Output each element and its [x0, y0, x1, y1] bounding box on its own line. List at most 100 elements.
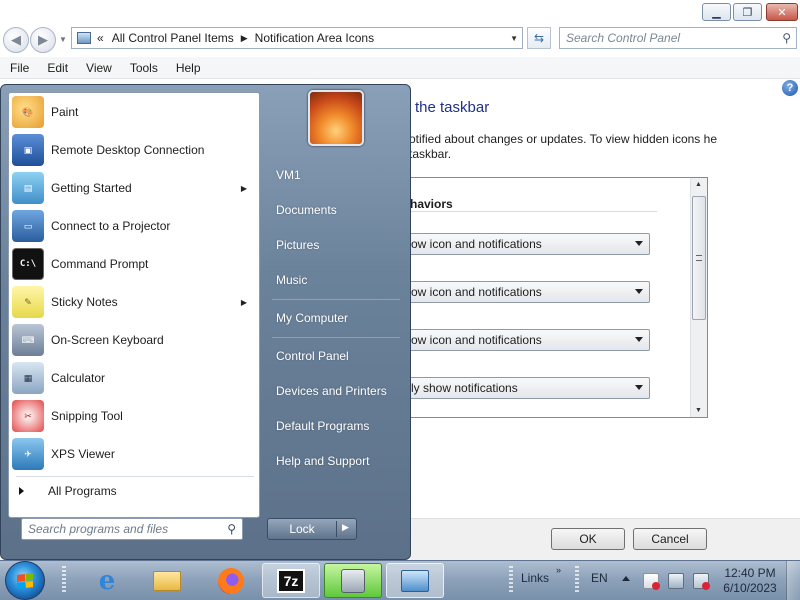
maximize-button[interactable]: ❐ [733, 3, 762, 21]
minimize-button[interactable]: ▁ [702, 3, 731, 21]
scroll-thumb[interactable] [692, 196, 706, 320]
start-link-user[interactable]: VM1 [270, 162, 406, 188]
help-icon[interactable]: ? [782, 80, 798, 96]
start-link-documents[interactable]: Documents [270, 197, 406, 223]
toolbar-grip[interactable] [62, 566, 66, 594]
refresh-icon: ⇆ [533, 31, 545, 45]
start-link-computer[interactable]: My Computer [270, 305, 406, 331]
refresh-button[interactable]: ⇆ [527, 27, 551, 49]
grip-icon [696, 255, 702, 261]
program-item-projector[interactable]: ▭ Connect to a Projector [9, 208, 259, 244]
program-item-calculator[interactable]: ▦ Calculator [9, 360, 259, 396]
program-item-snipping-tool[interactable]: ✂ Snipping Tool [9, 398, 259, 434]
menu-view[interactable]: View [86, 61, 112, 75]
start-link-default-programs[interactable]: Default Programs [270, 413, 406, 439]
behavior-select[interactable]: ow icon and notifications [398, 329, 650, 351]
search-icon[interactable]: ⚲ [782, 31, 791, 45]
address-overflow[interactable]: « [97, 31, 104, 45]
control-panel-icon [401, 569, 429, 592]
show-desktop-button[interactable] [786, 561, 800, 600]
all-programs-button[interactable]: All Programs [16, 480, 117, 502]
taskbar-windows-explorer[interactable] [148, 563, 186, 598]
chevron-down-icon [635, 385, 643, 390]
program-item-sticky-notes[interactable]: ✎ Sticky Notes ▶ [9, 284, 259, 320]
language-indicator[interactable]: EN [591, 571, 608, 585]
start-button[interactable] [5, 561, 45, 600]
behavior-value: ow icon and notifications [411, 333, 542, 347]
links-chevron-icon[interactable]: » [556, 565, 561, 575]
address-dropdown-icon[interactable]: ▼ [510, 34, 518, 43]
behavior-select[interactable]: ow icon and notifications [398, 281, 650, 303]
user-picture[interactable] [308, 90, 364, 146]
close-button[interactable]: ✕ [766, 3, 798, 21]
recent-pages-dropdown-icon[interactable]: ▼ [59, 35, 67, 44]
search-icon[interactable]: ⚲ [227, 522, 236, 536]
getting-started-icon: ▤ [12, 172, 44, 204]
behaviors-column-header[interactable]: haviors [410, 197, 453, 211]
search-input[interactable]: Search Control Panel [566, 31, 680, 45]
submenu-arrow-icon: ▶ [240, 297, 247, 307]
toolbar-grip[interactable] [509, 566, 513, 594]
menu-tools[interactable]: Tools [130, 61, 158, 75]
start-link-music[interactable]: Music [270, 267, 406, 293]
program-item-remote-desktop[interactable]: ▣ Remote Desktop Connection [9, 132, 259, 168]
show-hidden-icons-icon[interactable] [622, 576, 630, 581]
start-search-box[interactable]: Search programs and files ⚲ [21, 518, 243, 540]
start-search-input[interactable]: Search programs and files [28, 522, 168, 536]
breadcrumb-separator-icon[interactable]: ▶ [241, 33, 248, 44]
menu-edit[interactable]: Edit [47, 61, 68, 75]
program-label: Connect to a Projector [51, 219, 171, 233]
behavior-select[interactable]: ly show notifications [398, 377, 650, 399]
start-link-control-panel[interactable]: Control Panel [270, 343, 406, 369]
shutdown-options-icon[interactable]: ▶ [342, 522, 349, 533]
menu-help[interactable]: Help [176, 61, 201, 75]
chevron-down-icon [635, 289, 643, 294]
program-item-command-prompt[interactable]: C:\ Command Prompt [9, 246, 259, 282]
table-scrollbar[interactable]: ▲ ▼ [690, 178, 707, 417]
behavior-value: ow icon and notifications [411, 237, 542, 251]
command-prompt-icon: C:\ [12, 248, 44, 280]
action-center-flag-icon[interactable] [643, 573, 660, 590]
links-toolbar[interactable]: Links [521, 571, 549, 585]
system-clock[interactable]: 12:40 PM 6/10/2023 [722, 566, 778, 596]
lock-button[interactable]: Lock ▶ [267, 518, 357, 540]
address-bar[interactable]: « All Control Panel Items ▶ Notification… [71, 27, 523, 49]
scroll-up-icon[interactable]: ▲ [695, 181, 702, 188]
breadcrumb-notification-area-icons[interactable]: Notification Area Icons [255, 31, 374, 45]
page-title: the taskbar [415, 99, 490, 116]
program-item-getting-started[interactable]: ▤ Getting Started ▶ [9, 170, 259, 206]
program-item-xps-viewer[interactable]: ✈ XPS Viewer [9, 436, 259, 472]
network-icon[interactable] [668, 573, 684, 589]
start-link-pictures[interactable]: Pictures [270, 232, 406, 258]
program-label: Paint [51, 105, 79, 119]
program-item-on-screen-keyboard[interactable]: ⌨ On-Screen Keyboard [9, 322, 259, 358]
back-arrow-icon: ◀ [11, 32, 21, 47]
toolbar-grip[interactable] [575, 566, 579, 594]
ok-button[interactable]: OK [551, 528, 625, 550]
search-control-panel[interactable]: Search Control Panel ⚲ [559, 27, 797, 49]
behavior-value: ow icon and notifications [411, 285, 542, 299]
start-link-devices-printers[interactable]: Devices and Printers [270, 378, 406, 404]
xps-viewer-icon: ✈ [12, 438, 44, 470]
lock-divider [336, 521, 337, 537]
address-toolbar: ◀ ▶ ▼ « All Control Panel Items ▶ Notifi… [0, 26, 800, 56]
firefox-icon [218, 567, 244, 594]
taskbar-internet-explorer[interactable]: e [88, 563, 126, 598]
taskbar-firefox[interactable] [212, 563, 250, 598]
program-item-paint[interactable]: 🎨 Paint [9, 94, 259, 130]
menu-file[interactable]: File [10, 61, 29, 75]
scroll-down-icon[interactable]: ▼ [695, 407, 702, 414]
right-pane-divider [272, 299, 400, 300]
back-button[interactable]: ◀ [3, 27, 29, 53]
windows-logo-icon [17, 572, 33, 589]
forward-button[interactable]: ▶ [30, 27, 56, 53]
behavior-select[interactable]: ow icon and notifications [398, 233, 650, 255]
cancel-button[interactable]: Cancel [633, 528, 707, 550]
volume-muted-icon[interactable] [693, 573, 710, 590]
start-link-help-support[interactable]: Help and Support [270, 448, 406, 474]
taskbar-7zip[interactable]: 7z [262, 563, 320, 598]
breadcrumb-all-control-panel-items[interactable]: All Control Panel Items [112, 31, 234, 45]
taskbar-disk-tool[interactable] [324, 563, 382, 598]
chevron-down-icon [635, 241, 643, 246]
taskbar-control-panel[interactable] [386, 563, 444, 598]
